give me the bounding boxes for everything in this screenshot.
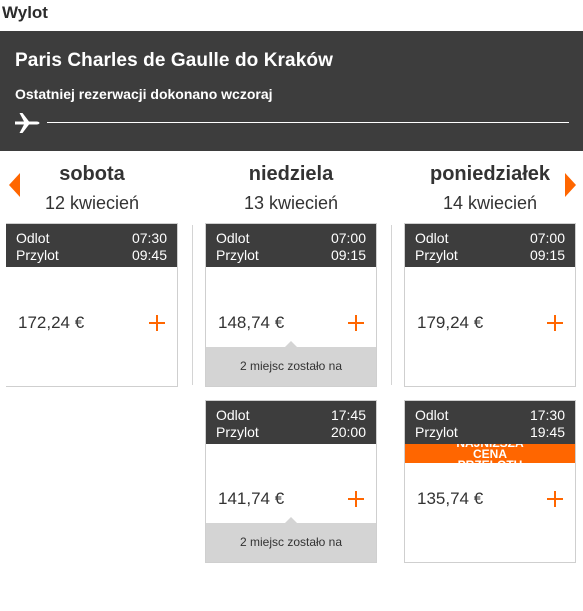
- arrival-time: 09:45: [131, 247, 167, 263]
- flight-card-sun-2[interactable]: Odlot 17:45 Przylot 20:00 141,74 € 2 miejs…: [205, 400, 377, 563]
- route-title: Paris Charles de Gaulle do Kraków: [15, 50, 333, 71]
- departure-time: 07:30: [131, 230, 167, 246]
- departure-label: Odlot: [216, 407, 250, 423]
- departure-time: 07:00: [529, 230, 565, 246]
- flight-times: Odlot 07:30 Przylot 09:45: [6, 224, 177, 267]
- day-name-3: poniedziałek: [429, 163, 551, 185]
- flight-card-mon-1[interactable]: Odlot 07:00 Przylot 09:15 179,24 €: [404, 223, 576, 387]
- departure-label: Odlot: [415, 407, 449, 423]
- plus-icon[interactable]: [547, 315, 563, 331]
- departure-time: 17:45: [330, 407, 366, 423]
- day-date-1: 12 kwiecień: [44, 193, 140, 213]
- arrival-time: 19:45: [529, 424, 565, 440]
- flight-price: 135,74 €: [417, 489, 484, 508]
- departure-label: Odlot: [216, 230, 250, 246]
- arrival-label: Przylot: [216, 424, 259, 440]
- arrival-label: Przylot: [216, 247, 259, 263]
- seats-left-notice: 2 miejsc zostało na: [206, 341, 376, 386]
- lowest-price-banner: NAJNIŻSZA CENA PRZELOTU: [405, 444, 575, 463]
- plus-icon[interactable]: [547, 491, 563, 507]
- day-date-3: 14 kwiecień: [442, 193, 538, 213]
- arrival-label: Przylot: [415, 424, 458, 440]
- arrival-label: Przylot: [16, 247, 59, 263]
- flight-price: 172,24 €: [18, 313, 85, 332]
- flight-price: 141,74 €: [218, 489, 285, 508]
- seats-left-notice: 2 miejsc zostało na: [206, 517, 376, 562]
- flight-price: 148,74 €: [218, 313, 285, 332]
- flight-card-mon-2[interactable]: Odlot 17:30 Przylot 19:45 NAJNIŻSZA CENA P…: [404, 400, 576, 563]
- flight-times: Odlot 17:45 Przylot 20:00: [206, 401, 376, 444]
- route-line: [47, 122, 569, 123]
- departure-time: 17:30: [529, 407, 565, 423]
- flight-times: Odlot 07:00 Przylot 09:15: [405, 224, 575, 267]
- lowest-price-banner-text: NAJNIŻSZA CENA PRZELOTU: [456, 444, 523, 463]
- arrival-time: 20:00: [330, 424, 366, 440]
- column-divider: [192, 225, 193, 385]
- page-title: Wylot: [2, 3, 48, 22]
- flight-card-sat-1[interactable]: Odlot 07:30 Przylot 09:45 172,24 €: [6, 223, 178, 387]
- route-subtitle: Ostatniej rezerwacji dokonano wczoraj: [15, 86, 273, 102]
- day-name-1: sobota: [59, 163, 125, 185]
- day-date-2: 13 kwiecień: [243, 193, 339, 213]
- departure-label: Odlot: [415, 230, 449, 246]
- arrival-time: 09:15: [330, 247, 366, 263]
- flight-times: Odlot 07:00 Przylot 09:15: [206, 224, 376, 267]
- arrival-time: 09:15: [529, 247, 565, 263]
- flight-times: Odlot 17:30 Przylot 19:45: [405, 401, 575, 444]
- plus-icon[interactable]: [348, 315, 364, 331]
- plane-icon: [15, 113, 40, 133]
- flight-price: 179,24 €: [417, 313, 484, 332]
- departure-time: 07:00: [330, 230, 366, 246]
- departure-label: Odlot: [16, 230, 50, 246]
- flight-card-sun-1[interactable]: Odlot 07:00 Przylot 09:15 148,74 € 2 miejs…: [205, 223, 377, 387]
- plus-icon[interactable]: [348, 491, 364, 507]
- arrival-label: Przylot: [415, 247, 458, 263]
- column-divider: [391, 225, 392, 385]
- plus-icon[interactable]: [149, 315, 165, 331]
- route-header: Paris Charles de Gaulle do Kraków Ostatn…: [0, 31, 583, 151]
- day-name-2: niedziela: [248, 163, 334, 185]
